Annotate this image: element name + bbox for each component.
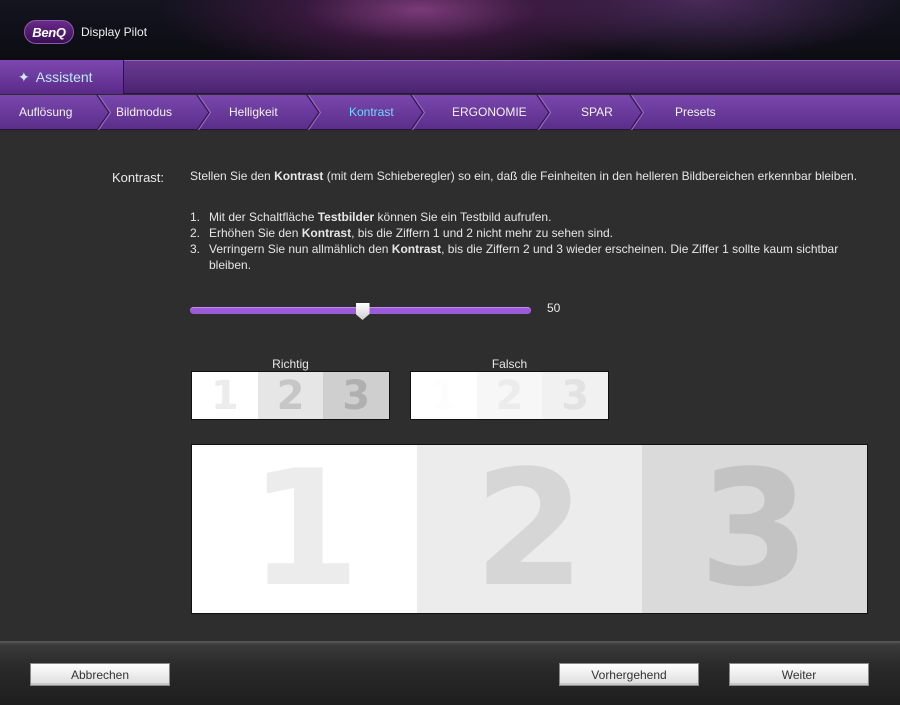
slider-value: 50	[547, 301, 561, 315]
step-aufloesung[interactable]: Auflösung	[0, 95, 112, 130]
title-bar: BenQ Display Pilot	[0, 0, 900, 60]
correct-sample: 1 2 3	[191, 371, 390, 420]
test-digit-2: 2	[417, 445, 642, 613]
test-digit-3: 3	[642, 445, 867, 613]
step-bildmodus[interactable]: Bildmodus	[100, 95, 214, 130]
assistant-tab-label: Assistent	[35, 69, 93, 85]
step-kontrast[interactable]: Kontrast	[321, 95, 426, 130]
content-panel: Kontrast: Stellen Sie den Kontrast (mit …	[0, 131, 900, 641]
assistant-tab[interactable]: ✦ Assistent	[0, 60, 124, 94]
wrong-digit-3: 3	[542, 372, 609, 419]
next-button[interactable]: Weiter	[729, 663, 869, 686]
contrast-slider[interactable]	[190, 303, 531, 320]
app-title: Display Pilot	[81, 25, 148, 39]
intro-text: Stellen Sie den Kontrast (mit dem Schieb…	[190, 169, 858, 183]
step-separator-icon	[196, 95, 212, 130]
step-label: Auflösung	[19, 105, 73, 119]
test-pattern: 1 2 3	[191, 444, 868, 614]
instruction-item: 3. Verringern Sie nun allmählich den Kont…	[190, 242, 839, 272]
wrong-sample: 1 2 3	[410, 371, 609, 420]
step-label: Helligkeit	[229, 105, 278, 119]
wrong-caption: Falsch	[491, 357, 528, 371]
wrong-digit-1: 1	[411, 372, 477, 419]
test-digit-1: 1	[192, 445, 417, 613]
correct-digit-1: 1	[192, 372, 258, 419]
magic-wand-icon: ✦	[18, 68, 30, 85]
step-presets[interactable]: Presets	[645, 95, 805, 130]
step-label: Bildmodus	[116, 105, 173, 119]
correct-digit-2: 2	[257, 372, 324, 419]
step-label: SPAR	[581, 105, 613, 119]
benq-logo: BenQ	[24, 20, 74, 44]
footer-bar: Abbrechen Vorhergehend Weiter	[0, 641, 900, 705]
cancel-button[interactable]: Abbrechen	[30, 663, 170, 686]
mode-bar	[0, 60, 900, 94]
step-label: Presets	[675, 105, 716, 119]
correct-caption: Richtig	[272, 357, 309, 371]
instruction-item: 1. Mit der Schaltfläche Testbilder können…	[190, 210, 552, 224]
step-navigation: Auflösung Bildmodus Helligkeit Kontrast …	[0, 95, 900, 130]
step-ergonomie[interactable]: ERGONOMIE	[423, 95, 552, 130]
previous-button[interactable]: Vorhergehend	[559, 663, 699, 686]
instruction-list: 1. Mit der Schaltfläche Testbilder können…	[190, 209, 870, 273]
wrong-digit-2: 2	[476, 372, 543, 419]
section-label: Kontrast:	[112, 170, 165, 185]
step-separator-icon	[306, 95, 322, 130]
correct-digit-3: 3	[323, 372, 390, 419]
step-label: ERGONOMIE	[452, 105, 527, 119]
step-spar[interactable]: SPAR	[549, 95, 645, 130]
instruction-item: 2. Erhöhen Sie den Kontrast, bis die Ziff…	[190, 226, 614, 240]
step-separator-icon	[629, 95, 645, 130]
step-helligkeit[interactable]: Helligkeit	[214, 95, 322, 130]
slider-thumb[interactable]	[355, 303, 370, 320]
step-label: Kontrast	[349, 105, 394, 119]
